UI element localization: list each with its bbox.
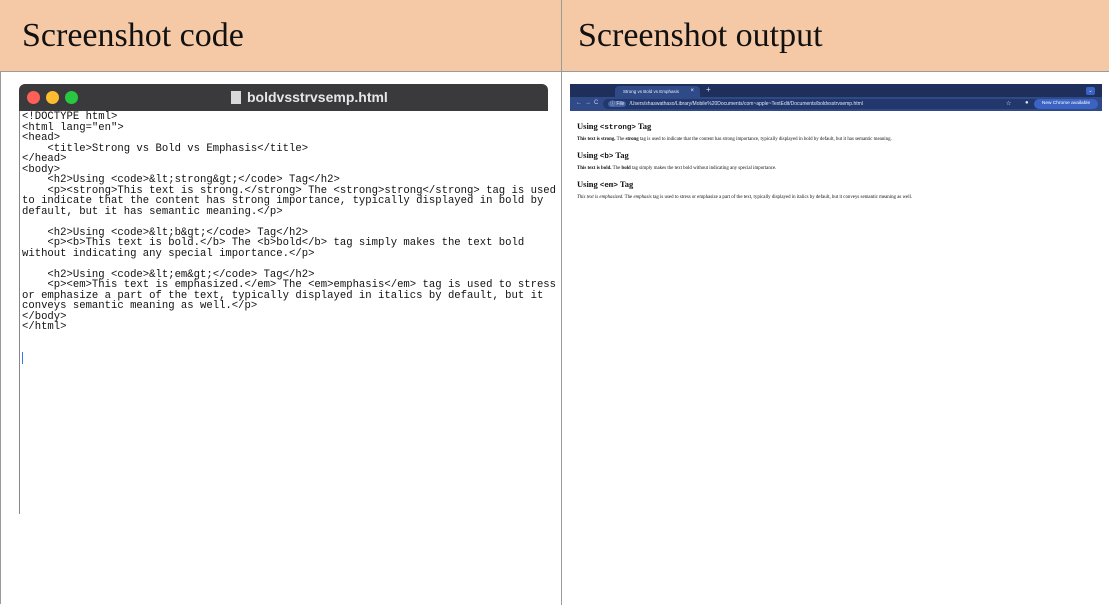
tab-title: Strong vs Bold vs Emphasis <box>623 89 680 94</box>
header-screenshot-output: Screenshot output <box>578 17 823 54</box>
heading-emphasis: Using <em> Tag <box>577 179 634 190</box>
close-window-button[interactable] <box>27 91 40 104</box>
file-scheme-chip[interactable]: ⓘ File <box>608 101 627 107</box>
paragraph-strong: This text is strong. The strong tag is u… <box>577 137 892 142</box>
new-tab-icon[interactable]: + <box>706 85 711 94</box>
editor-filename: boldvsstrvsemp.html <box>247 89 388 105</box>
profile-icon[interactable]: ● <box>1025 100 1029 106</box>
heading-bold: Using <b> Tag <box>577 150 629 161</box>
editor-text-area[interactable]: <!DOCTYPE html> <html lang="en"> <head> … <box>19 111 556 514</box>
browser-tab[interactable]: Strong vs Bold vs Emphasis × <box>615 86 700 97</box>
source-code[interactable]: <!DOCTYPE html> <html lang="en"> <head> … <box>20 111 556 333</box>
tab-search-icon[interactable]: ⌄ <box>1086 87 1095 95</box>
forward-arrow-icon[interactable]: → <box>585 100 591 106</box>
paragraph-bold: This text is bold. The bold tag simply m… <box>577 166 777 171</box>
paragraph-emphasis: This text is emphasized. The emphasis ta… <box>577 195 913 200</box>
minimize-window-button[interactable] <box>46 91 59 104</box>
table-header-row: Screenshot code Screenshot output <box>0 0 1109 72</box>
reload-icon[interactable]: C <box>594 100 598 106</box>
browser-toolbar: ← → C ⓘ File/Users/shaswathaso/Library/M… <box>570 97 1102 111</box>
rendered-page: Using <strong> Tag This text is strong. … <box>570 111 1102 214</box>
update-chrome-button[interactable]: New Chrome available <box>1034 99 1098 109</box>
editor-titlebar: boldvsstrvsemp.html <box>19 84 548 111</box>
browser-window: Strong vs Bold vs Emphasis × + ⌄ ← → C ⓘ… <box>570 84 1102 224</box>
heading-strong: Using <strong> Tag <box>577 121 652 132</box>
file-chip-label: File <box>616 101 625 107</box>
editor-title: boldvsstrvsemp.html <box>231 89 388 105</box>
tab-close-icon[interactable]: × <box>690 86 694 97</box>
header-screenshot-code: Screenshot code <box>22 17 244 54</box>
text-caret <box>22 352 23 364</box>
url-text: /Users/shaswathaso/Library/Mobile%20Docu… <box>629 101 863 107</box>
column-divider <box>561 0 562 605</box>
text-editor-window: boldvsstrvsemp.html <!DOCTYPE html> <htm… <box>19 84 556 514</box>
tab-strip: Strong vs Bold vs Emphasis × + ⌄ <box>570 84 1102 97</box>
zoom-window-button[interactable] <box>65 91 78 104</box>
back-arrow-icon[interactable]: ← <box>576 100 582 106</box>
bookmark-star-icon[interactable]: ☆ <box>1006 100 1011 107</box>
document-icon <box>231 90 241 104</box>
address-bar[interactable]: ⓘ File/Users/shaswathaso/Library/Mobile%… <box>603 99 1053 109</box>
